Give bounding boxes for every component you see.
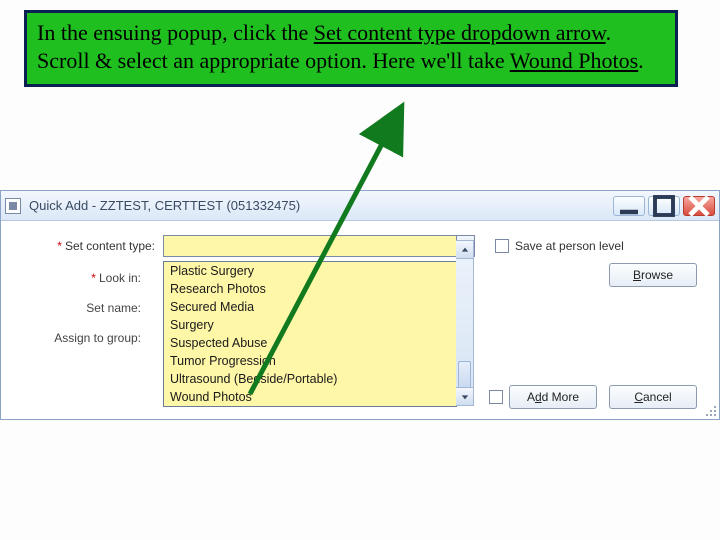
save-person-level-label: Save at person level — [515, 239, 624, 253]
add-more-button[interactable]: Add More — [509, 385, 597, 409]
save-person-level-checkbox[interactable] — [495, 239, 509, 253]
minimize-button[interactable] — [613, 196, 645, 216]
resize-grip[interactable] — [703, 403, 717, 417]
instr-underline-2: Wound Photos — [510, 48, 638, 73]
quick-add-dialog: Quick Add - ZZTEST, CERTTEST (051332475)… — [0, 190, 720, 420]
content-type-dropdown[interactable] — [163, 235, 475, 257]
close-button[interactable] — [683, 196, 715, 216]
browse-button[interactable]: Browse — [609, 263, 697, 287]
content-type-option-list[interactable]: Plastic Surgery Research Photos Secured … — [163, 261, 457, 407]
maximize-button[interactable] — [648, 196, 680, 216]
dialog-body: *Set content type: Save at person level … — [1, 221, 719, 419]
titlebar[interactable]: Quick Add - ZZTEST, CERTTEST (051332475) — [1, 191, 719, 221]
label-assign-group: Assign to group: — [54, 331, 141, 345]
label-content-type: *Set content type: — [15, 239, 163, 253]
instr-underline-1: Set content type dropdown arrow — [314, 20, 606, 45]
instr-text-3: . — [638, 48, 644, 73]
cancel-button[interactable]: Cancel — [609, 385, 697, 409]
dropdown-scrollbar[interactable] — [456, 240, 474, 406]
scroll-up-icon[interactable] — [456, 241, 473, 259]
label-set-name: Set name: — [86, 301, 141, 315]
option-secured-media[interactable]: Secured Media — [164, 298, 456, 316]
option-plastic-surgery[interactable]: Plastic Surgery — [164, 262, 456, 280]
scroll-down-icon[interactable] — [456, 387, 473, 405]
option-wound-photos[interactable]: Wound Photos — [164, 388, 456, 406]
required-asterisk: * — [57, 239, 62, 253]
option-research-photos[interactable]: Research Photos — [164, 280, 456, 298]
add-more-checkbox[interactable] — [489, 390, 503, 404]
content-type-value — [164, 236, 456, 256]
label-look-in: Look in: — [99, 271, 141, 285]
app-icon — [5, 198, 21, 214]
instr-text-1: In the ensuing popup, click the — [37, 20, 314, 45]
window-title: Quick Add - ZZTEST, CERTTEST (051332475) — [29, 198, 300, 213]
option-tumor-progression[interactable]: Tumor Progression — [164, 352, 456, 370]
option-ultrasound[interactable]: Ultrasound (Bedside/Portable) — [164, 370, 456, 388]
required-asterisk-2: * — [91, 271, 96, 285]
option-suspected-abuse[interactable]: Suspected Abuse — [164, 334, 456, 352]
instruction-panel: In the ensuing popup, click the Set cont… — [24, 10, 678, 87]
option-surgery[interactable]: Surgery — [164, 316, 456, 334]
